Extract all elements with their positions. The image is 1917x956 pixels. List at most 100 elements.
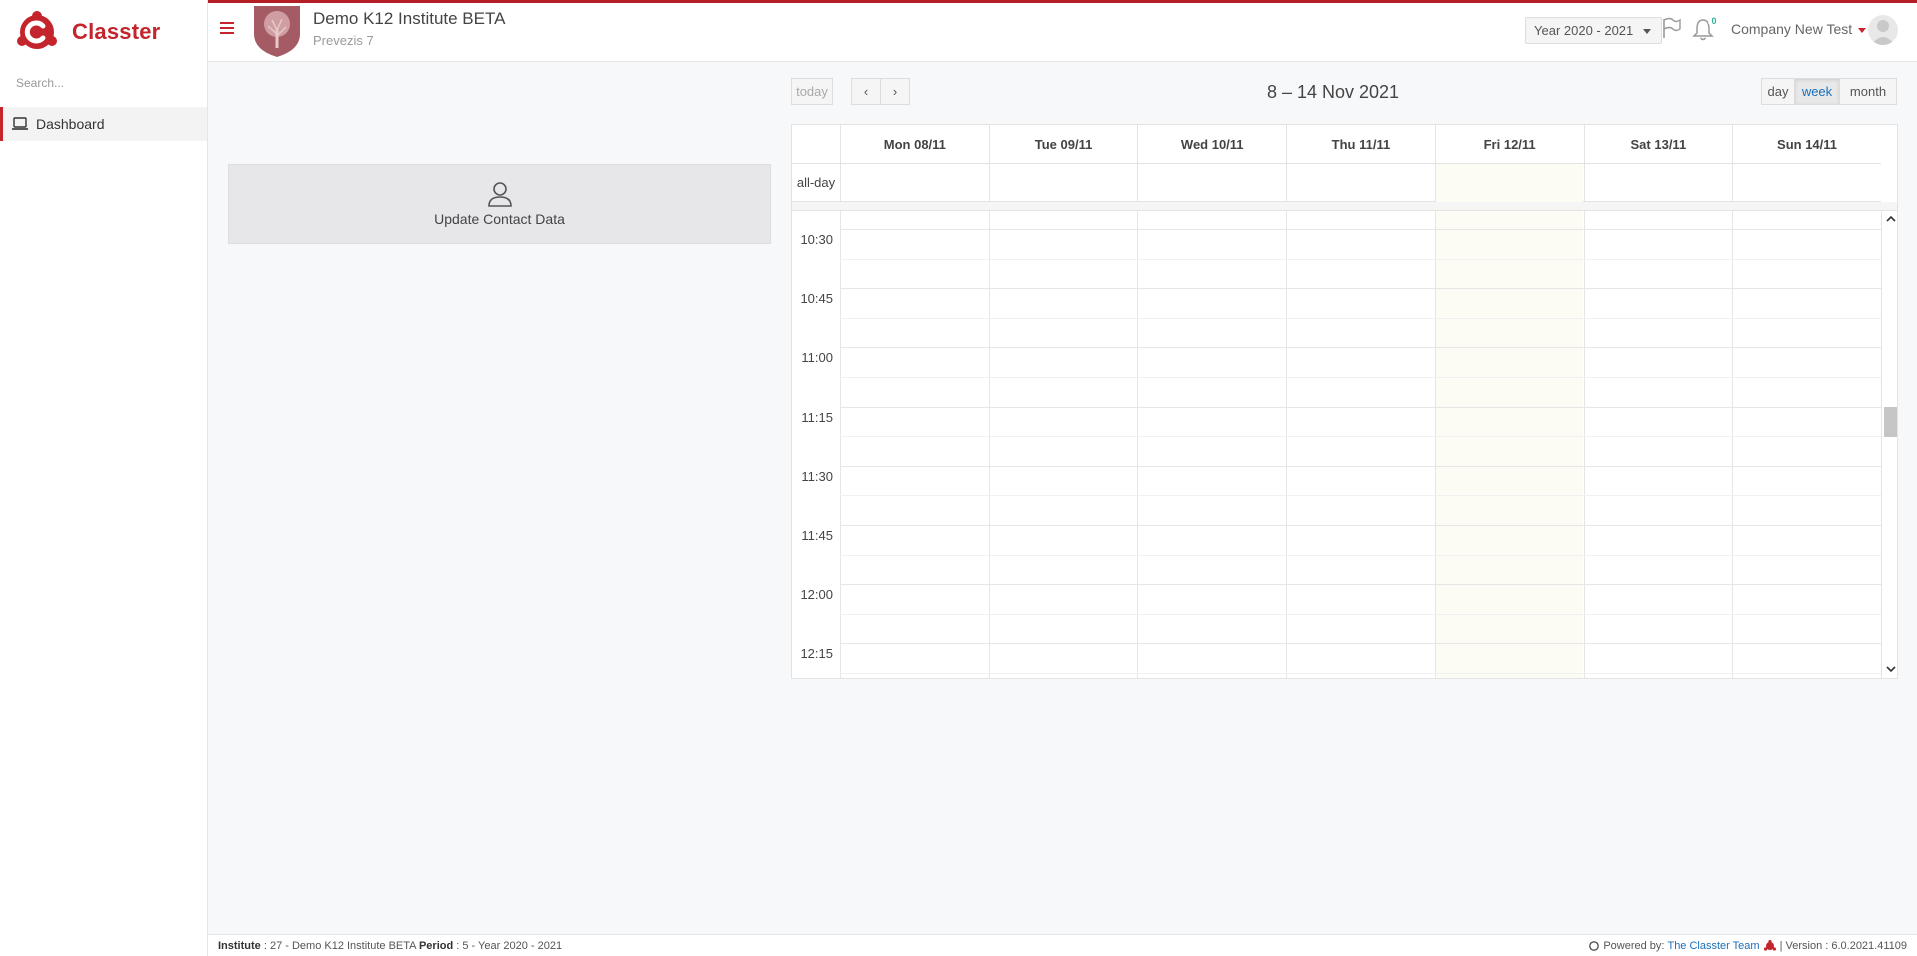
footer-credits: Powered by: The Classter Team | Version … [1589,940,1907,952]
school-name: Demo K12 Institute BETA [313,9,506,28]
school-logo [254,6,300,57]
time-label: 11:15 [801,409,833,425]
scrollbar-thumb[interactable] [1884,407,1897,437]
sidebar-item-label: Dashboard [36,116,105,132]
slot-line-minor [840,554,1881,556]
scroll-down-icon[interactable] [1886,665,1896,673]
all-day-cell[interactable] [1137,164,1286,202]
all-day-label: all-day [796,175,836,190]
prev-button[interactable]: ‹ [851,78,881,105]
day-header: Tue 09/11 [988,125,1138,164]
year-select-value: Year 2020 - 2021 [1534,23,1634,38]
all-day-cell[interactable] [1583,164,1733,202]
footer-institute-value: : 27 - Demo K12 Institute BETA [263,940,416,952]
brand-name: Classter [72,19,161,44]
version-label: | Version : 6.0.2021.41109 [1779,940,1907,952]
day-header: Sun 14/11 [1732,125,1881,164]
slot-line [840,465,1881,467]
all-day-cell[interactable] [1732,164,1881,202]
update-contact-data-card[interactable]: Update Contact Data [228,164,771,244]
calendar-day-headers: Mon 08/11 Tue 09/11 Wed 10/11 Thu 11/11 Fri … [792,125,1881,164]
day-header: Sat 13/11 [1583,125,1733,164]
slot-line [840,288,1881,290]
slot-line [840,229,1881,230]
user-icon [488,182,512,207]
footer-period-label: Period [418,940,454,952]
brand[interactable]: Classter [16,9,160,55]
column-divider [1583,211,1585,678]
all-day-cell[interactable] [1434,164,1584,202]
user-avatar-icon [1871,20,1895,45]
year-select[interactable]: Year 2020 - 2021 [1525,17,1663,44]
slot-line-minor [840,377,1881,378]
user-chevron-down-icon[interactable] [1858,28,1866,33]
time-label: 12:15 [800,646,833,662]
all-day-row: all-day [792,164,1881,202]
time-label: 10:30 [800,232,833,247]
slot-line [840,643,1881,645]
slot-line [840,347,1881,349]
next-button[interactable]: › [880,78,910,105]
week-calendar: Mon 08/11 Tue 09/11 Wed 10/11 Thu 11/11 Fri … [791,124,1898,679]
column-divider [1137,211,1139,678]
calendar-title: 8 – 14 Nov 2021 [1266,82,1400,102]
sidebar-search-input[interactable] [16,76,196,90]
all-day-cell[interactable] [1286,164,1435,202]
powered-by-label: Powered by: [1603,940,1665,952]
time-label: 11:00 [801,350,833,366]
school-subtitle: Prevezis 7 [313,33,374,48]
classter-small-icon [1589,941,1600,951]
slot-line [840,406,1881,408]
footer-period-value: : 5 - Year 2020 - 2021 [456,940,563,952]
slot-line-minor [840,436,1881,438]
slot-line-minor [840,613,1881,615]
slot-line-minor [840,673,1881,674]
slot-line-minor [840,317,1881,319]
time-grid[interactable]: 10:30 10:45 11:00 11:15 11:30 11:45 12:00 12:15 [792,211,1881,678]
day-header: Wed 10/11 [1137,125,1286,164]
all-day-divider [792,202,1897,211]
all-day-cell[interactable] [988,164,1138,202]
time-label: 11:30 [801,468,833,484]
slot-line-minor [840,495,1881,497]
view-month-button[interactable]: month [1839,78,1897,105]
day-header: Fri 12/11 [1434,125,1584,164]
flag-icon[interactable] [1660,17,1682,39]
day-header: Mon 08/11 [840,125,989,164]
footer: Institute : 27 - Demo K12 Institute BETA… [208,934,1917,956]
menu-toggle-icon[interactable] [220,22,234,36]
column-divider [840,211,841,678]
scroll-up-icon[interactable] [1886,215,1896,223]
view-day-button[interactable]: day [1761,78,1795,105]
slot-line [840,584,1881,586]
slot-line-minor [840,258,1881,260]
time-label: 10:45 [800,291,833,307]
time-label: 12:00 [800,587,833,603]
notification-badge: 0 [1708,15,1720,27]
today-column [1434,211,1584,678]
slot-line [840,525,1881,526]
classter-logo-icon [17,11,57,49]
chevron-down-icon [1643,29,1652,34]
avatar[interactable] [1868,15,1898,45]
column-divider [1434,211,1436,678]
all-day-cell[interactable] [840,164,989,202]
laptop-icon [12,117,28,130]
day-header: Thu 11/11 [1286,125,1435,164]
sidebar: Classter Dashboard [0,0,208,956]
time-label: 11:45 [801,528,833,543]
calendar-scrollbar[interactable] [1881,211,1897,678]
top-header: Demo K12 Institute BETA Prevezis 7 Year … [208,3,1917,62]
footer-institute-label: Institute [218,940,261,952]
sidebar-item-dashboard[interactable]: Dashboard [0,107,207,141]
today-button[interactable]: today [791,78,833,105]
view-week-button[interactable]: week [1794,78,1840,105]
footer-info: Institute : 27 - Demo K12 Institute BETA… [218,940,562,952]
classter-red-logo-icon [1763,940,1776,951]
column-divider [988,211,990,678]
user-menu[interactable]: Company New Test [1731,21,1852,37]
column-divider [1286,211,1288,678]
classter-team-link[interactable]: The Classter Team [1667,940,1759,952]
column-divider [1732,211,1734,678]
contact-card-label: Update Contact Data [434,211,565,227]
